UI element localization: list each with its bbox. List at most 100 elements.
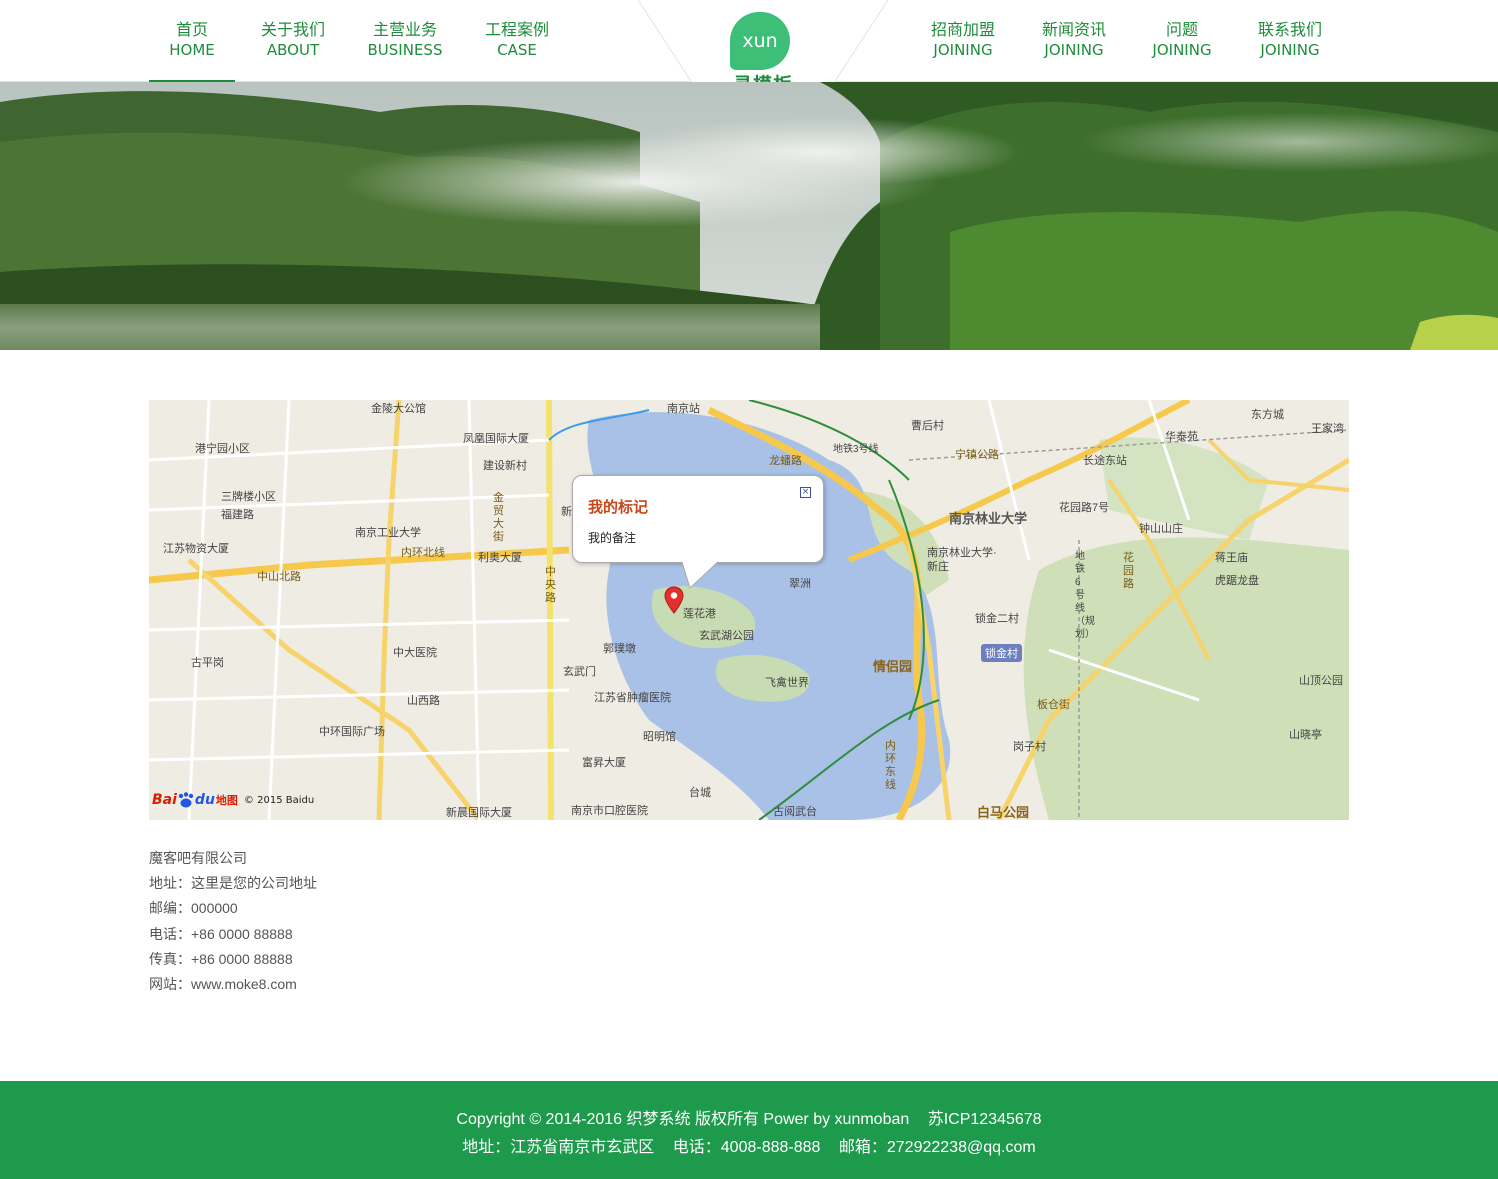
nav-label-zh: 新闻资讯 (1041, 20, 1106, 39)
map-label: 金贸大街 (493, 492, 504, 543)
footer-line-2: 地址：江苏省南京市玄武区 电话：4008-888-888 邮箱：27292223… (0, 1133, 1498, 1157)
map-label: 玄武门 (563, 666, 596, 678)
nav-label-en: BUSINESS (367, 41, 443, 59)
baidu-logo-bai: Bai (152, 792, 177, 808)
map-label: 莲花港 (683, 608, 716, 620)
map-info-popup: 我的标记 我的备注 × (572, 475, 824, 563)
map-label: 虎踞龙盘 (1215, 575, 1259, 587)
map-label: 华泰苑 (1165, 431, 1198, 443)
close-icon[interactable]: × (800, 487, 811, 498)
popup-note: 我的备注 (588, 531, 637, 545)
map-label: 王家湾 (1311, 423, 1344, 435)
map-label: 龙蟠路 (769, 455, 802, 467)
hero-banner-image (0, 82, 1498, 350)
paw-icon (178, 792, 194, 808)
map-label: 三牌楼小区 (221, 491, 276, 503)
footer-phone: 电话：4008-888-888 (672, 1139, 821, 1156)
map-label: 福建路 (221, 509, 254, 521)
nav-item-faq[interactable]: 问题 JOINING (1130, 0, 1234, 82)
contact-info: 魔客吧有限公司 地址：这里是您的公司地址 邮编：000000 电话：+86 00… (149, 846, 317, 997)
baidu-logo-du: du (194, 792, 215, 808)
footer-line-1: Copyright © 2014-2016 织梦系统 版权所有 Power by… (0, 1105, 1498, 1129)
map-label: 花园路 (1123, 552, 1134, 590)
map-tiles (149, 400, 1349, 820)
nav-label-zh: 问题 (1165, 20, 1198, 39)
nav-item-business[interactable]: 主营业务 BUSINESS (351, 0, 459, 82)
nav-label-zh: 主营业务 (372, 20, 437, 39)
map-label: 板仓街 (1037, 699, 1070, 711)
nav-right: 招商加盟 JOINING 新闻资讯 JOINING 问题 JOINING 联系我… (908, 0, 1346, 82)
map-label: 锁金村 (981, 644, 1022, 662)
map-label: 凤凰国际大厦 (463, 433, 529, 445)
nav-label-en: JOINING (1044, 41, 1104, 59)
map-label: 江苏省肿瘤医院 (594, 692, 671, 704)
nav-item-news[interactable]: 新闻资讯 JOINING (1018, 0, 1130, 82)
map-label: 台城 (689, 787, 711, 799)
nav-label-en: ABOUT (266, 41, 320, 59)
map-label: 江苏物资大厦 (163, 543, 229, 555)
nav-label-zh: 招商加盟 (930, 20, 995, 39)
nav-item-case[interactable]: 工程案例 CASE (459, 0, 575, 82)
map-label: 山晓亭 (1289, 729, 1322, 741)
nav-label-zh: 首页 (175, 20, 208, 39)
map-label: 内环东线 (885, 740, 896, 791)
map-label: 飞禽世界 (765, 677, 809, 689)
nav-item-joining[interactable]: 招商加盟 JOINING (908, 0, 1018, 82)
map-label: 山顶公园 (1299, 675, 1343, 687)
map-pin-icon[interactable] (664, 586, 684, 614)
footer-email: 邮箱：272922238@qq.com (838, 1139, 1036, 1156)
map-label: 金陵大公馆 (371, 403, 426, 415)
logo-bubble-icon: xun (730, 12, 790, 70)
nav-label-zh: 关于我们 (260, 20, 325, 39)
map-label: 曹后村 (911, 420, 944, 432)
map-label: 翠洲 (789, 578, 811, 590)
map-label: 南京林业大学·新庄 (927, 547, 997, 573)
company-postcode: 邮编：000000 (149, 900, 238, 917)
map-label: 长途东站 (1083, 455, 1127, 467)
footer-copyright: Copyright © 2014-2016 织梦系统 版权所有 Power by… (456, 1111, 910, 1128)
map-label: 东方城 (1251, 409, 1284, 421)
nav-label-en: CASE (497, 41, 537, 59)
company-phone: 电话：+86 0000 88888 (149, 925, 293, 942)
map-label: 利奥大厦 (478, 552, 522, 564)
map-label: 锁金二村 (975, 613, 1019, 625)
company-name: 魔客吧有限公司 (149, 850, 247, 866)
map-label: 昭明馆 (643, 731, 676, 743)
location-map[interactable]: 金陵大公馆 港宁园小区 凤凰国际大厦 建设新村 三牌楼小区 福建路 南京工业大学… (149, 400, 1349, 820)
map-label: 中山北路 (257, 571, 301, 583)
map-label: 富昇大厦 (582, 757, 626, 769)
map-label: 花园路7号 (1059, 502, 1110, 514)
footer-icp[interactable]: 苏ICP12345678 (928, 1111, 1042, 1128)
map-copyright: © 2015 Baidu (243, 794, 315, 806)
nav-label-en: JOINING (1260, 41, 1320, 59)
map-label: 中央路 (545, 566, 556, 604)
nav-item-about[interactable]: 关于我们 ABOUT (235, 0, 351, 82)
map-label: 宁镇公路 (955, 449, 999, 461)
map-label: 南京工业大学 (355, 527, 421, 539)
site-header: 首页 HOME 关于我们 ABOUT 主营业务 BUSINESS 工程案例 CA… (0, 0, 1498, 106)
popup-tail (682, 561, 718, 589)
map-label: 岗子村 (1013, 741, 1046, 753)
baidu-map-logo[interactable]: Bai du 地图 © 2015 Baidu (152, 792, 314, 808)
nav-label-en: JOINING (1152, 41, 1212, 59)
map-label: 中大医院 (393, 647, 437, 659)
map-label: 中环国际广场 (319, 726, 385, 738)
map-label: 内环北线 (401, 547, 445, 559)
map-label: 钟山山庄 (1139, 523, 1183, 535)
map-label: 古阅武台 (773, 806, 817, 818)
map-label: 南京市口腔医院 (571, 805, 648, 817)
map-label: 蒋王庙 (1215, 552, 1248, 564)
map-label: 情侣园 (873, 659, 913, 674)
map-label: 山西路 (407, 695, 440, 707)
map-label: 南京站 (667, 403, 700, 415)
nav-label-zh: 工程案例 (484, 20, 549, 39)
map-label: 郭璞墩 (603, 643, 636, 655)
baidu-logo-map: 地图 (215, 794, 238, 807)
map-label: 地铁3号线 (833, 444, 879, 455)
nav-label-en: JOINING (933, 41, 993, 59)
map-label: 港宁园小区 (195, 443, 250, 455)
nav-item-contact[interactable]: 联系我们 JOINING (1234, 0, 1346, 82)
map-label: 玄武湖公园 (699, 630, 754, 642)
nav-item-home[interactable]: 首页 HOME (149, 0, 235, 82)
map-label: 古平岗 (191, 657, 224, 669)
